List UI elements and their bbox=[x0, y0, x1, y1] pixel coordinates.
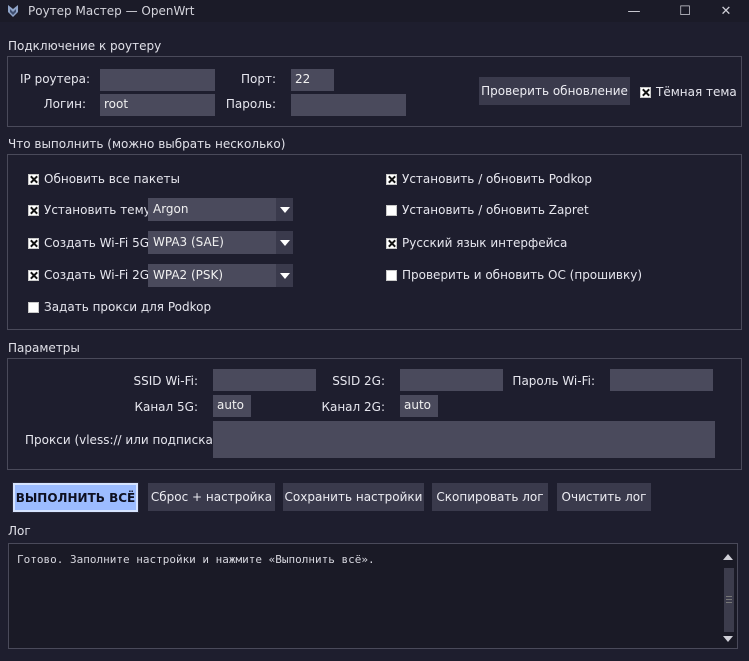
window-title: Роутер Мастер — OpenWrt bbox=[28, 4, 195, 18]
install-theme-checkbox[interactable]: Установить тему: bbox=[28, 202, 155, 218]
russian-ui-label: Русский язык интерфейса bbox=[402, 236, 568, 250]
run-all-button[interactable]: ВЫПОЛНИТЬ ВСЁ bbox=[12, 482, 139, 513]
chevron-down-icon[interactable] bbox=[276, 231, 293, 254]
theme-select[interactable]: Argon bbox=[148, 198, 293, 221]
tasks-section-title: Что выполнить (можно выбрать несколько) bbox=[8, 137, 286, 151]
proxy-input[interactable] bbox=[213, 421, 715, 458]
login-input[interactable]: root bbox=[100, 94, 215, 116]
wifi5g-label: Создать Wi-Fi 5G: bbox=[44, 236, 154, 250]
dark-theme-checkmark-icon bbox=[640, 86, 651, 98]
install-theme-checkmark-icon bbox=[28, 204, 39, 216]
proxy-label: Прокси (vless:// или подписка): bbox=[25, 433, 222, 447]
chevron-down-icon[interactable] bbox=[276, 198, 293, 221]
maximize-button[interactable]: ☐ bbox=[662, 0, 708, 22]
connection-frame bbox=[7, 56, 742, 127]
install-zapret-checkbox[interactable]: Установить / обновить Zapret bbox=[386, 202, 589, 218]
login-label: Логин: bbox=[43, 97, 86, 111]
scroll-down-icon[interactable] bbox=[723, 636, 733, 642]
title-bar: Роутер Мастер — OpenWrt — ☐ ✕ bbox=[0, 0, 749, 22]
close-icon: ✕ bbox=[720, 3, 732, 19]
log-text: Готово. Заполните настройки и нажмите «В… bbox=[17, 553, 375, 566]
ssid-2g-label: SSID 2G: bbox=[332, 374, 385, 388]
update-packages-checkbox[interactable]: Обновить все пакеты bbox=[28, 171, 180, 187]
theme-select-value: Argon bbox=[153, 202, 189, 216]
wifi2g-security-select[interactable]: WPA2 (PSK) bbox=[148, 264, 293, 287]
wifi5g-security-value: WPA3 (SAE) bbox=[153, 235, 224, 249]
wifi2g-security-value: WPA2 (PSK) bbox=[153, 268, 224, 282]
password-label: Пароль: bbox=[225, 97, 276, 111]
wifi2g-checkbox[interactable]: Создать Wi-Fi 2G: bbox=[28, 267, 153, 283]
install-podkop-label: Установить / обновить Podkop bbox=[402, 172, 592, 186]
update-os-label: Проверить и обновить ОС (прошивку) bbox=[402, 268, 643, 282]
password-input[interactable] bbox=[291, 94, 406, 116]
chevron-down-icon[interactable] bbox=[276, 264, 293, 287]
install-zapret-label: Установить / обновить Zapret bbox=[402, 203, 589, 217]
russian-ui-checkbox[interactable]: Русский язык интерфейса bbox=[386, 235, 567, 251]
install-theme-label: Установить тему: bbox=[44, 203, 155, 217]
params-section-title: Параметры bbox=[8, 341, 80, 355]
wifi5g-security-select[interactable]: WPA3 (SAE) bbox=[148, 231, 293, 254]
update-os-box-icon bbox=[386, 269, 397, 281]
reset-setup-button[interactable]: Сброс + настройка bbox=[148, 483, 275, 511]
ssid-wifi-input[interactable] bbox=[213, 369, 316, 391]
port-input[interactable]: 22 bbox=[291, 69, 334, 91]
copy-log-button[interactable]: Скопировать лог bbox=[432, 483, 548, 511]
channel-2g-input[interactable]: auto bbox=[400, 395, 438, 417]
wifi-password-label: Пароль Wi-Fi: bbox=[512, 374, 595, 388]
proxy-podkop-box-icon bbox=[28, 301, 39, 313]
scroll-up-icon[interactable] bbox=[723, 554, 733, 560]
log-scrollbar[interactable] bbox=[722, 546, 735, 646]
wifi2g-label: Создать Wi-Fi 2G: bbox=[44, 268, 154, 282]
wifi2g-checkmark-icon bbox=[28, 269, 39, 281]
wifi5g-checkbox[interactable]: Создать Wi-Fi 5G: bbox=[28, 235, 153, 251]
port-label: Порт: bbox=[240, 72, 276, 86]
ssid-wifi-label: SSID Wi-Fi: bbox=[133, 374, 199, 388]
ssid-2g-input[interactable] bbox=[400, 369, 503, 391]
wifi-password-input[interactable] bbox=[610, 369, 713, 391]
minimize-icon: — bbox=[627, 3, 641, 19]
check-update-button[interactable]: Проверить обновление bbox=[479, 77, 630, 105]
minimize-button[interactable]: — bbox=[611, 0, 657, 22]
save-settings-button[interactable]: Сохранить настройки bbox=[283, 483, 424, 511]
scroll-thumb[interactable] bbox=[724, 568, 734, 632]
maximize-icon: ☐ bbox=[679, 3, 691, 19]
close-button[interactable]: ✕ bbox=[703, 0, 749, 22]
log-textarea[interactable]: Готово. Заполните настройки и нажмите «В… bbox=[8, 543, 738, 649]
update-os-checkbox[interactable]: Проверить и обновить ОС (прошивку) bbox=[386, 267, 642, 283]
app-icon bbox=[8, 5, 18, 17]
proxy-podkop-checkbox[interactable]: Задать прокси для Podkop bbox=[28, 299, 211, 315]
wifi5g-checkmark-icon bbox=[28, 237, 39, 249]
proxy-podkop-label: Задать прокси для Podkop bbox=[44, 300, 212, 314]
russian-ui-checkmark-icon bbox=[386, 237, 397, 249]
channel-5g-input[interactable]: auto bbox=[213, 395, 251, 417]
install-podkop-checkmark-icon bbox=[386, 173, 397, 185]
channel-5g-label: Канал 5G: bbox=[134, 400, 198, 414]
log-section-title: Лог bbox=[8, 524, 31, 538]
ip-label: IP роутера: bbox=[20, 72, 91, 86]
dark-theme-label: Тёмная тема bbox=[656, 85, 737, 99]
install-zapret-box-icon bbox=[386, 204, 397, 216]
clear-log-button[interactable]: Очистить лог bbox=[557, 483, 651, 511]
channel-2g-label: Канал 2G: bbox=[321, 400, 385, 414]
connection-section-title: Подключение к роутеру bbox=[8, 39, 162, 53]
update-packages-label: Обновить все пакеты bbox=[44, 172, 180, 186]
ip-input[interactable] bbox=[100, 69, 215, 91]
dark-theme-checkbox[interactable]: Тёмная тема bbox=[640, 84, 737, 100]
install-podkop-checkbox[interactable]: Установить / обновить Podkop bbox=[386, 171, 592, 187]
update-packages-checkmark-icon bbox=[28, 173, 39, 185]
